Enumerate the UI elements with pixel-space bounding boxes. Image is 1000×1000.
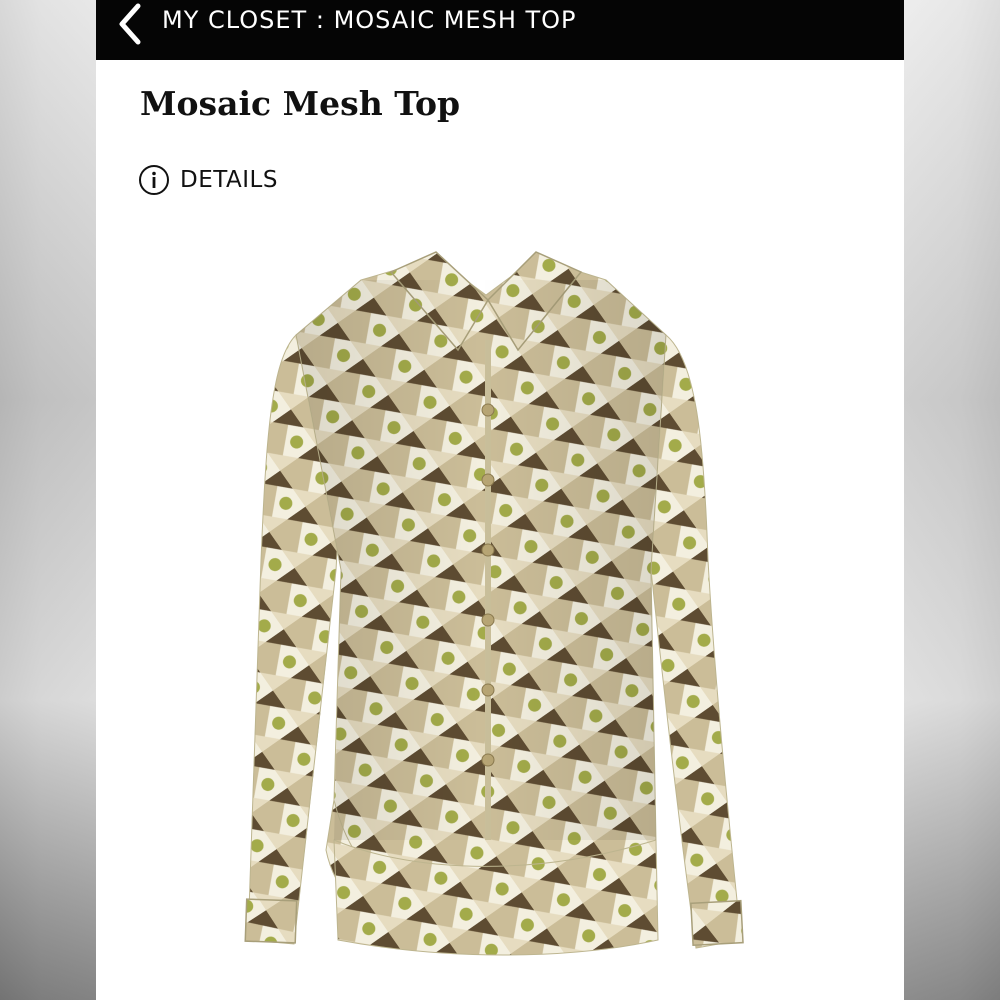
page-title: Mosaic Mesh Top xyxy=(140,84,461,123)
background-right xyxy=(904,0,1000,1000)
details-link[interactable]: DETAILS xyxy=(138,163,278,197)
back-button[interactable] xyxy=(110,2,150,46)
chevron-left-icon xyxy=(119,3,141,45)
top-nav-bar: MY CLOSET : MOSAIC MESH TOP xyxy=(96,0,904,60)
details-label: DETAILS xyxy=(180,167,278,193)
background-left xyxy=(0,0,96,1000)
shirt-illustration xyxy=(244,251,744,956)
breadcrumb: MY CLOSET : MOSAIC MESH TOP xyxy=(162,6,577,34)
info-circle-icon xyxy=(138,164,170,196)
product-image xyxy=(226,240,766,980)
app-screen: MY CLOSET : MOSAIC MESH TOP Mosaic Mesh … xyxy=(96,0,904,1000)
